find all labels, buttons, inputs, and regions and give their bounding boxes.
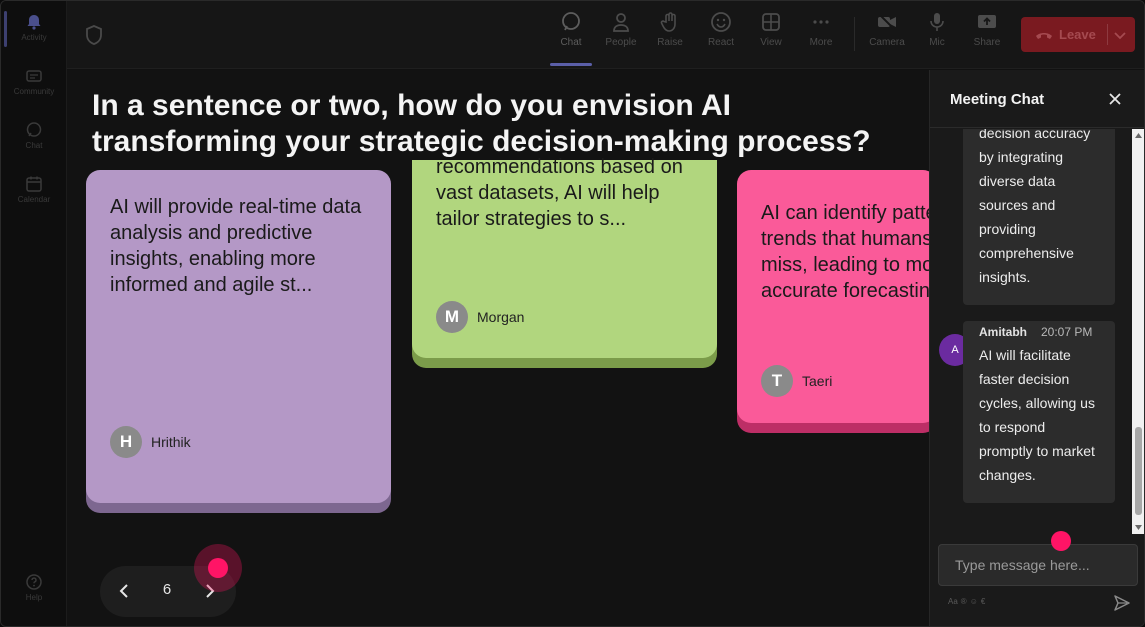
formatting-toolbar: Aa ® ☺ € xyxy=(948,597,985,606)
community-icon xyxy=(26,70,42,82)
toolbar-more-button[interactable]: More xyxy=(799,11,843,48)
hand-icon xyxy=(660,12,676,32)
toolbar-camera-button[interactable]: Camera xyxy=(865,11,909,48)
toolbar-view-label: View xyxy=(760,37,782,48)
author-name: Morgan xyxy=(477,309,525,325)
scroll-up-icon[interactable] xyxy=(1134,131,1143,140)
page-number: 6 xyxy=(162,581,172,598)
emoji-icon[interactable]: ☺ xyxy=(970,597,978,606)
message-text: AI will facilitate faster decision cycle… xyxy=(979,347,1095,483)
card-author: T Taeri xyxy=(761,365,832,397)
grid-icon xyxy=(762,13,780,31)
leave-button[interactable]: Leave xyxy=(1021,17,1135,52)
shield-icon xyxy=(86,25,102,45)
send-icon[interactable] xyxy=(1113,594,1131,612)
avatar: H xyxy=(110,426,142,458)
chat-message: Amitabh 20:07 PM AI will facilitate fast… xyxy=(963,321,1115,503)
rail-item-community[interactable]: Community xyxy=(1,67,67,96)
avatar-initial: A xyxy=(951,344,959,356)
rail-item-label: Help xyxy=(25,593,43,602)
toolbar-camera-label: Camera xyxy=(869,37,905,48)
toolbar-raise-label: Raise xyxy=(657,37,683,48)
people-icon xyxy=(613,13,629,32)
chevron-left-icon[interactable] xyxy=(117,583,133,599)
bell-icon xyxy=(27,15,41,30)
response-card[interactable]: AI will provide real-time data analysis … xyxy=(86,170,391,503)
message-meta: Amitabh 20:07 PM xyxy=(979,324,1099,340)
card-author: H Hrithik xyxy=(110,426,191,458)
scroll-down-icon[interactable] xyxy=(1134,523,1143,532)
card-text: AI will provide real-time data analysis … xyxy=(110,196,362,296)
rail-item-chat[interactable]: Chat xyxy=(1,121,67,150)
rail-item-label: Activity xyxy=(21,33,47,42)
toolbar-react-label: React xyxy=(707,37,735,48)
chat-title: Meeting Chat xyxy=(950,91,1045,108)
toolbar-chat-label: Chat xyxy=(560,37,582,48)
author-name: Hrithik xyxy=(151,434,191,450)
phone-hangup-icon xyxy=(1036,33,1052,39)
active-tab-indicator xyxy=(550,63,592,66)
camera-off-icon xyxy=(878,13,896,31)
toolbar-share-label: Share xyxy=(973,37,1001,48)
card-author: M Morgan xyxy=(436,301,524,333)
chat-header: Meeting Chat xyxy=(930,70,1144,128)
smile-icon xyxy=(711,12,731,32)
scrollbar-thumb[interactable] xyxy=(1135,427,1142,515)
chat-icon xyxy=(26,122,42,137)
rail-item-activity[interactable]: Activity xyxy=(1,13,67,42)
presentation-area: In a sentence or two, how do you envisio… xyxy=(67,70,929,626)
response-card[interactable]: recommendations based on vast datasets, … xyxy=(412,156,717,358)
share-icon xyxy=(978,15,996,28)
close-icon[interactable] xyxy=(1107,91,1123,107)
chat-message-input[interactable] xyxy=(938,544,1138,586)
chat-message: decision accuracy by integrating diverse… xyxy=(963,129,1115,305)
message-time: 20:07 PM xyxy=(1041,325,1093,339)
rail-item-calendar[interactable]: Calendar xyxy=(1,175,67,204)
toolbar-view-button[interactable]: View xyxy=(749,11,793,48)
toolbar-mic-button[interactable]: Mic xyxy=(915,11,959,48)
rail-item-help[interactable]: Help xyxy=(1,573,67,602)
attach-icon[interactable]: ® xyxy=(961,597,967,606)
toolbar-mic-label: Mic xyxy=(929,37,945,48)
avatar: M xyxy=(436,301,468,333)
toolbar-react-button[interactable]: React xyxy=(699,11,743,48)
author-name: Taeri xyxy=(802,373,833,389)
sticker-icon[interactable]: € xyxy=(981,597,985,606)
toolbar-share-button[interactable]: Share xyxy=(965,11,1009,48)
more-icon xyxy=(813,20,829,24)
question-title: In a sentence or two, how do you envisio… xyxy=(92,89,871,158)
format-text-icon[interactable]: Aa xyxy=(948,597,958,606)
avatar: T xyxy=(761,365,793,397)
calendar-icon xyxy=(26,176,42,192)
meeting-toolbar: Chat People Raise React View More Camera xyxy=(67,1,1144,69)
toolbar-raise-button[interactable]: Raise xyxy=(648,11,692,48)
meeting-chat-panel: Meeting Chat decision accuracy by integr… xyxy=(929,70,1144,626)
toolbar-divider xyxy=(854,17,855,51)
meeting-window: Activity Community Chat Calendar Help Ch… xyxy=(0,0,1145,627)
chat-scrollbar[interactable] xyxy=(1132,129,1144,534)
chat-messages[interactable]: decision accuracy by integrating diverse… xyxy=(930,129,1144,534)
mic-icon xyxy=(930,13,944,31)
rail-item-label: Chat xyxy=(25,141,43,150)
toolbar-chat-button[interactable]: Chat xyxy=(549,11,593,48)
rail-item-label: Calendar xyxy=(17,195,51,204)
leave-label: Leave xyxy=(1059,27,1096,42)
message-author: Amitabh xyxy=(979,325,1027,339)
pointer-dot xyxy=(1051,531,1071,551)
card-text: AI can identify patterns and trends that… xyxy=(761,202,929,302)
toolbar-people-button[interactable]: People xyxy=(599,11,643,48)
toolbar-more-label: More xyxy=(809,37,833,48)
pointer-dot xyxy=(208,558,228,578)
card-text: recommendations based on vast datasets, … xyxy=(436,156,683,230)
chat-icon xyxy=(562,12,580,31)
left-rail: Activity Community Chat Calendar Help xyxy=(1,1,67,626)
message-text: decision accuracy by integrating diverse… xyxy=(979,129,1091,285)
chevron-down-icon[interactable] xyxy=(1113,28,1127,42)
rail-item-label: Community xyxy=(13,87,55,96)
toolbar-people-label: People xyxy=(605,37,637,48)
leave-separator xyxy=(1107,24,1108,45)
help-icon xyxy=(26,574,42,590)
response-card[interactable]: AI can identify patterns and trends that… xyxy=(737,170,929,423)
